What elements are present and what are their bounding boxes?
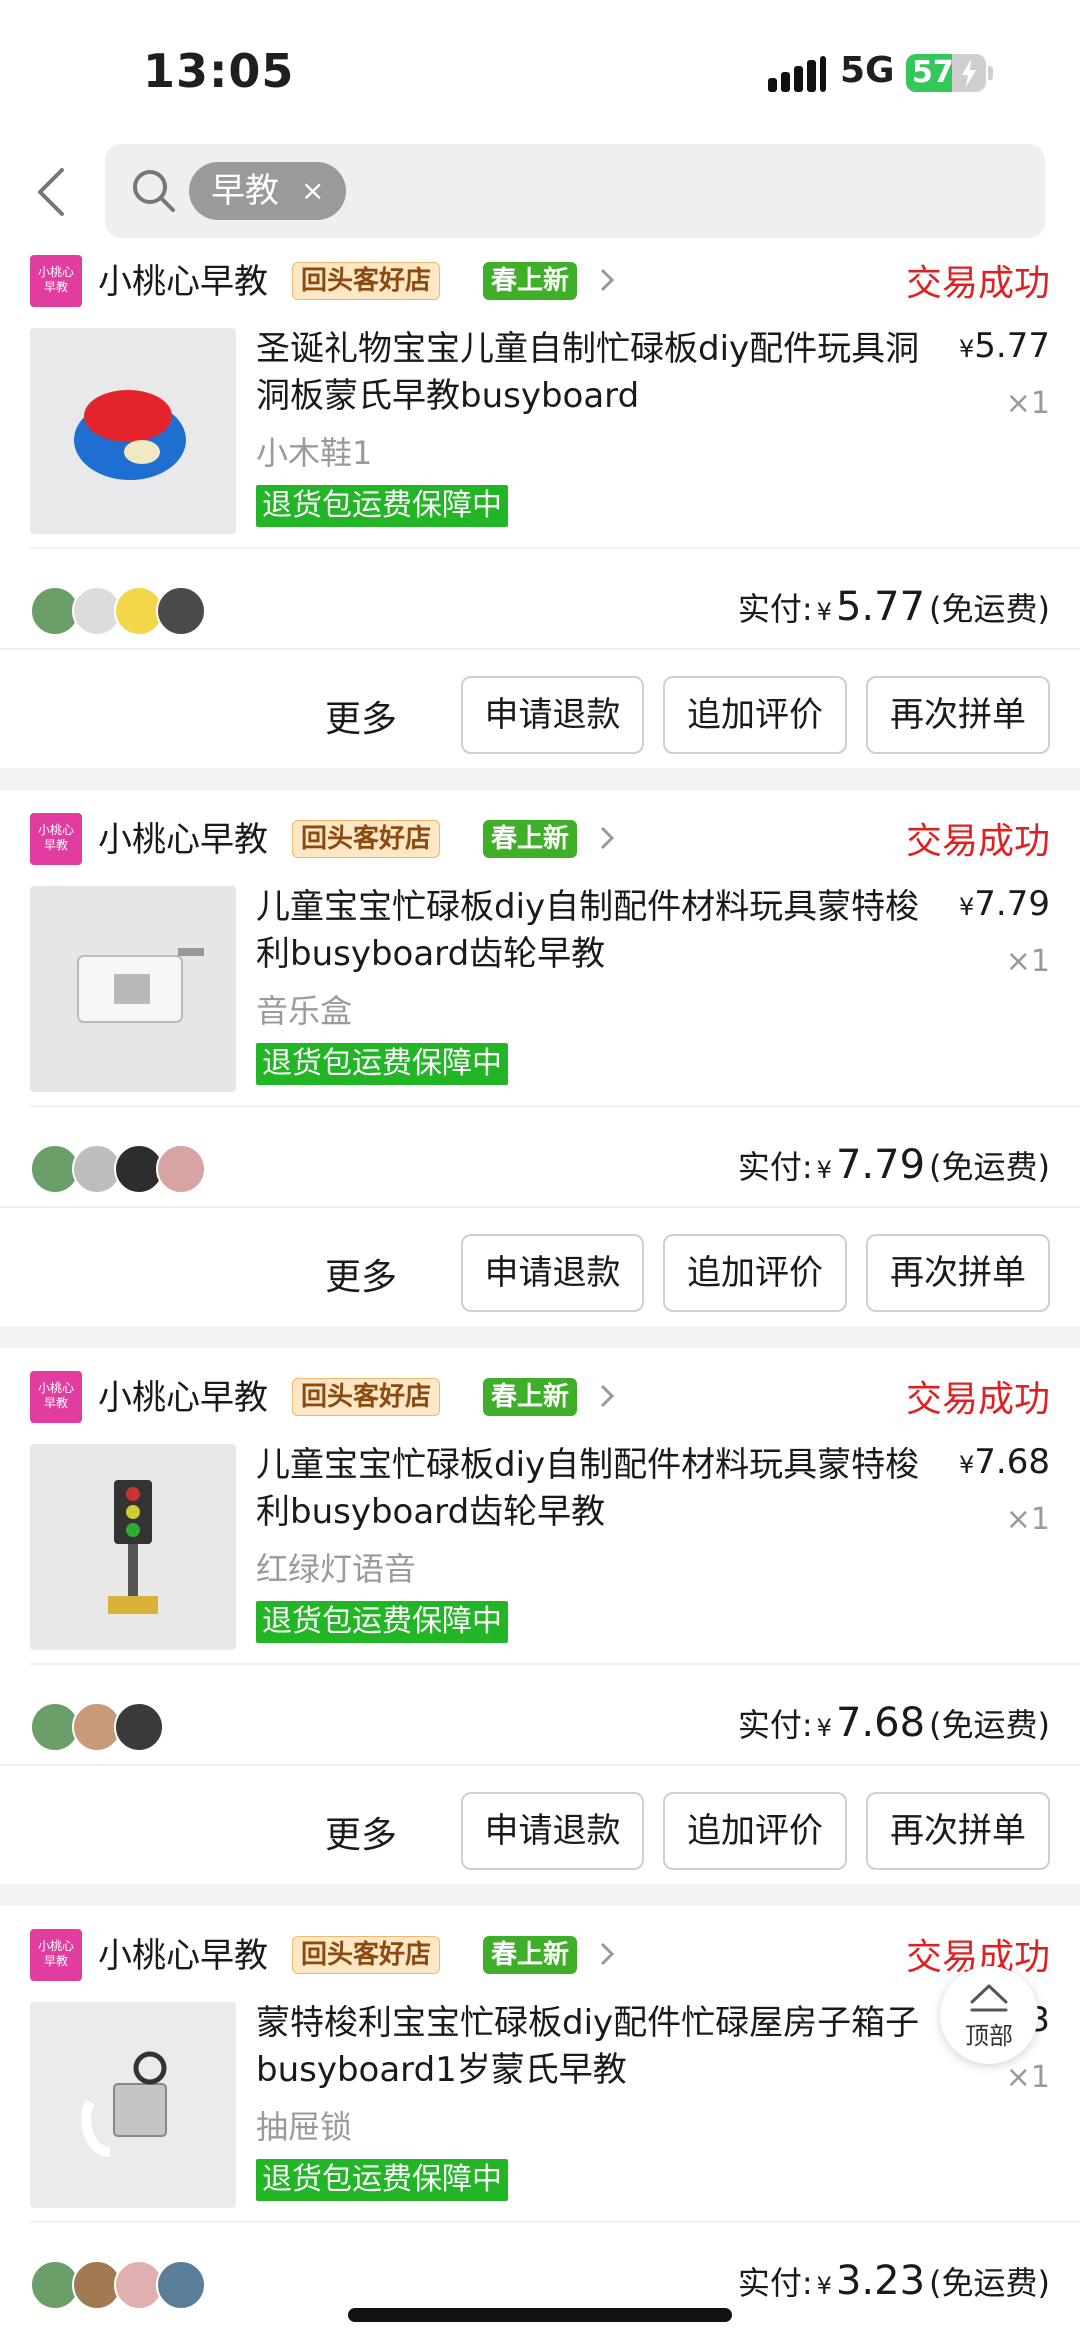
reorder-button[interactable]: 再次拼单 xyxy=(866,676,1050,754)
add-review-button[interactable]: 追加评价 xyxy=(663,1234,847,1312)
order-actions: 更多 申请退款 追加评价 再次拼单 xyxy=(0,1234,1080,1314)
add-review-button[interactable]: 追加评价 xyxy=(663,676,847,754)
product-quantity: ×1 xyxy=(1005,386,1050,421)
shop-name[interactable]: 小桃心早教 xyxy=(98,1928,268,1977)
product-quantity: ×1 xyxy=(1005,2060,1050,2095)
search-bar[interactable]: 早教 × xyxy=(105,144,1045,238)
spring-new-badge: 春上新 xyxy=(483,820,578,858)
chevron-right-icon xyxy=(600,1384,615,1408)
product-price: ¥5.77 xyxy=(959,326,1050,366)
shop-name[interactable]: 小桃心早教 xyxy=(98,254,268,303)
order-actions: 更多 申请退款 追加评价 再次拼单 xyxy=(0,676,1080,756)
returning-customer-badge: 回头客好店 xyxy=(292,262,441,300)
reorder-button[interactable]: 再次拼单 xyxy=(866,1792,1050,1870)
back-button[interactable] xyxy=(28,162,78,222)
arrow-up-icon xyxy=(970,1984,1008,2012)
search-chip[interactable]: 早教 × xyxy=(189,162,347,220)
more-button[interactable]: 更多 xyxy=(325,1248,397,1300)
status-bar: 13:05 5G 57 xyxy=(0,0,1080,140)
battery-level: 57 xyxy=(912,55,954,90)
add-review-button[interactable]: 追加评价 xyxy=(663,1792,847,1870)
product-thumbnail[interactable] xyxy=(30,1444,236,1650)
product-thumbnail[interactable] xyxy=(30,886,236,1092)
refund-button[interactable]: 申请退款 xyxy=(461,1792,644,1870)
network-type: 5G xyxy=(840,50,895,91)
shop-row[interactable]: 小桃心 早教 小桃心早教 回头客好店 春上新 交易成功 xyxy=(0,806,1080,866)
product-sku: 小木鞋1 xyxy=(256,434,373,472)
search-icon xyxy=(133,170,175,212)
avatar xyxy=(156,586,206,636)
order-card: 小桃心 早教 小桃心早教 回头客好店 春上新 交易成功 蒙特梭利宝宝忙碌板diy… xyxy=(0,1922,1080,2341)
scroll-to-top-button[interactable]: 顶部 xyxy=(940,1966,1038,2064)
spring-new-badge: 春上新 xyxy=(483,1936,578,1974)
shop-logo: 小桃心 早教 xyxy=(30,813,82,865)
product-quantity: ×1 xyxy=(1005,944,1050,979)
order-card: 小桃心 早教 小桃心早教 回头客好店 春上新 交易成功 圣诞礼物宝宝儿童自制忙碌… xyxy=(0,248,1080,768)
chip-close-icon[interactable]: × xyxy=(301,162,324,220)
spring-new-badge: 春上新 xyxy=(483,262,578,300)
order-status: 交易成功 xyxy=(905,263,1050,304)
product-title[interactable]: 蒙特梭利宝宝忙碌板diy配件忙碌屋房子箱子busyboard1岁蒙氏早教 xyxy=(256,2000,936,2094)
order-actions: 更多 申请退款 追加评价 再次拼单 xyxy=(0,1792,1080,1872)
product-thumbnail[interactable] xyxy=(30,2002,236,2208)
scroll-to-top-label: 顶部 xyxy=(965,2022,1013,2050)
chevron-right-icon xyxy=(600,268,615,292)
paid-amount: 实付: ¥5.77 (免运费) xyxy=(737,584,1050,630)
returning-customer-badge: 回头客好店 xyxy=(292,1378,441,1416)
product-thumbnail[interactable] xyxy=(30,328,236,534)
product-title[interactable]: 儿童宝宝忙碌板diy自制配件材料玩具蒙特梭利busyboard齿轮早教 xyxy=(256,884,936,978)
order-card: 小桃心 早教 小桃心早教 回头客好店 春上新 交易成功 儿童宝宝忙碌板diy自制… xyxy=(0,806,1080,1326)
returning-customer-badge: 回头客好店 xyxy=(292,820,441,858)
search-header: 早教 × xyxy=(0,140,1080,245)
avatar xyxy=(156,2260,206,2310)
product-price: ¥7.68 xyxy=(959,1442,1050,1482)
returning-customer-badge: 回头客好店 xyxy=(292,1936,441,1974)
shop-row[interactable]: 小桃心 早教 小桃心早教 回头客好店 春上新 交易成功 xyxy=(0,1922,1080,1982)
signal-icon xyxy=(768,56,828,92)
shop-name[interactable]: 小桃心早教 xyxy=(98,1370,268,1419)
product-quantity: ×1 xyxy=(1005,1502,1050,1537)
shop-row[interactable]: 小桃心 早教 小桃心早教 回头客好店 春上新 交易成功 xyxy=(0,1364,1080,1424)
avatar xyxy=(114,1702,164,1752)
return-guarantee-badge: 退货包运费保障中 xyxy=(256,485,508,527)
home-indicator xyxy=(348,2308,732,2322)
refund-button[interactable]: 申请退款 xyxy=(461,676,644,754)
product-sku: 红绿灯语音 xyxy=(256,1550,417,1588)
order-status: 交易成功 xyxy=(905,1379,1050,1420)
product-sku: 音乐盒 xyxy=(256,992,353,1030)
order-card: 小桃心 早教 小桃心早教 回头客好店 春上新 交易成功 儿童宝宝忙碌板diy自制… xyxy=(0,1364,1080,1884)
chevron-right-icon xyxy=(600,826,615,850)
shop-name[interactable]: 小桃心早教 xyxy=(98,812,268,861)
chevron-right-icon xyxy=(600,1942,615,1966)
shop-row[interactable]: 小桃心 早教 小桃心早教 回头客好店 春上新 交易成功 xyxy=(0,248,1080,308)
battery-icon: 57 xyxy=(906,54,986,92)
paid-amount: 实付: ¥7.79 (免运费) xyxy=(737,1142,1050,1188)
search-chip-label: 早教 xyxy=(211,171,279,211)
return-guarantee-badge: 退货包运费保障中 xyxy=(256,1043,508,1085)
reorder-button[interactable]: 再次拼单 xyxy=(866,1234,1050,1312)
return-guarantee-badge: 退货包运费保障中 xyxy=(256,2159,508,2201)
order-status: 交易成功 xyxy=(905,821,1050,862)
paid-amount: 实付: ¥3.23 (免运费) xyxy=(737,2258,1050,2304)
chevron-left-icon xyxy=(38,168,64,216)
product-sku: 抽屉锁 xyxy=(256,2108,353,2146)
avatar xyxy=(156,1144,206,1194)
shop-logo: 小桃心 早教 xyxy=(30,1929,82,1981)
spring-new-badge: 春上新 xyxy=(483,1378,578,1416)
refund-button[interactable]: 申请退款 xyxy=(461,1234,644,1312)
shop-logo: 小桃心 早教 xyxy=(30,255,82,307)
product-title[interactable]: 儿童宝宝忙碌板diy自制配件材料玩具蒙特梭利busyboard齿轮早教 xyxy=(256,1442,936,1536)
paid-amount: 实付: ¥7.68 (免运费) xyxy=(737,1700,1050,1746)
more-button[interactable]: 更多 xyxy=(325,690,397,742)
clock: 13:05 xyxy=(143,44,295,98)
shop-logo: 小桃心 早教 xyxy=(30,1371,82,1423)
more-button[interactable]: 更多 xyxy=(325,1806,397,1858)
product-title[interactable]: 圣诞礼物宝宝儿童自制忙碌板diy配件玩具洞洞板蒙氏早教busyboard xyxy=(256,326,936,420)
product-price: ¥7.79 xyxy=(959,884,1050,924)
return-guarantee-badge: 退货包运费保障中 xyxy=(256,1601,508,1643)
